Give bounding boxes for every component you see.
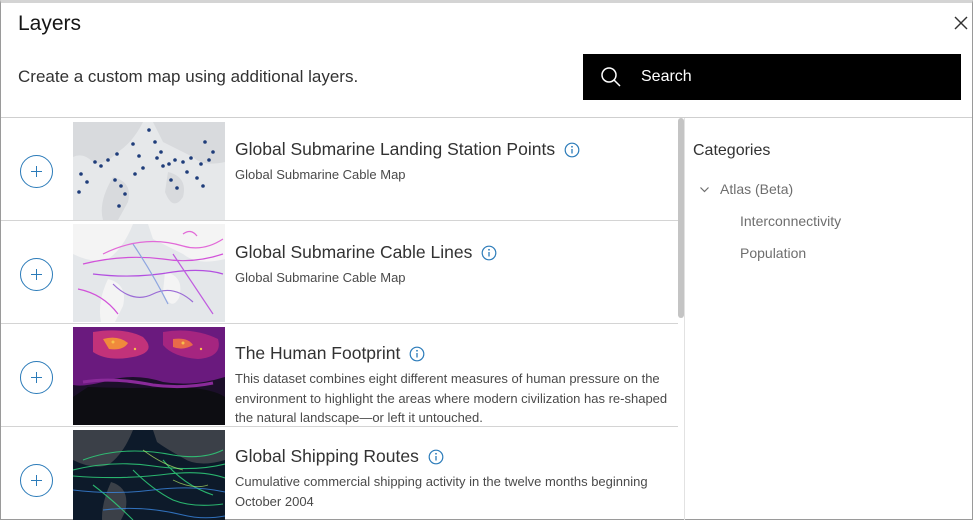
- layer-title: Global Submarine Landing Station Points: [235, 139, 580, 160]
- layer-title-text: Global Submarine Landing Station Points: [235, 139, 556, 159]
- scrollbar-thumb[interactable]: [678, 118, 684, 318]
- layer-item-cable-lines: Global Submarine Cable Lines Global Subm…: [1, 221, 678, 324]
- layer-subtitle: Global Submarine Cable Map: [235, 167, 406, 182]
- layer-title-text: Global Submarine Cable Lines: [235, 242, 473, 262]
- add-layer-button[interactable]: [20, 155, 53, 188]
- add-layer-button[interactable]: [20, 361, 53, 394]
- add-layer-button[interactable]: [20, 464, 53, 497]
- layer-subtitle: Global Submarine Cable Map: [235, 270, 406, 285]
- category-item-population[interactable]: Population: [740, 245, 806, 261]
- layers-dialog: Layers Create a custom map using additio…: [0, 0, 973, 520]
- layer-title: Global Submarine Cable Lines: [235, 242, 497, 263]
- category-group-atlas[interactable]: Atlas (Beta): [720, 181, 793, 197]
- layer-description: Cumulative commercial shipping activity …: [235, 474, 648, 509]
- search-placeholder: Search: [641, 68, 692, 85]
- close-button[interactable]: [951, 13, 971, 33]
- layer-item-landing-stations: Global Submarine Landing Station Points …: [1, 118, 678, 221]
- category-item-interconnectivity[interactable]: Interconnectivity: [740, 213, 841, 229]
- add-layer-button[interactable]: [20, 258, 53, 291]
- search-icon: [601, 67, 621, 87]
- layer-thumbnail-shipping-routes: [73, 430, 225, 520]
- info-icon[interactable]: [409, 346, 425, 362]
- layer-title-text: Global Shipping Routes: [235, 446, 419, 466]
- layer-item-human-footprint: The Human Footprint This dataset combine…: [1, 324, 678, 427]
- dialog-title: Layers: [18, 12, 82, 35]
- layer-description: This dataset combines eight different me…: [235, 371, 668, 425]
- layer-title-text: The Human Footprint: [235, 343, 401, 363]
- layer-title: Global Shipping Routes: [235, 446, 444, 467]
- search-input[interactable]: Search: [583, 54, 961, 100]
- chevron-down-icon[interactable]: [699, 184, 710, 195]
- info-icon[interactable]: [428, 449, 444, 465]
- layer-thumbnail-cable-lines: [73, 224, 225, 322]
- categories-title: Categories: [693, 142, 771, 159]
- layer-thumbnail-landing-stations: [73, 122, 225, 220]
- dialog-subtitle: Create a custom map using additional lay…: [18, 67, 359, 86]
- layer-item-shipping-routes: Global Shipping Routes Cumulative commer…: [1, 427, 678, 520]
- layer-list: Global Submarine Landing Station Points …: [1, 118, 678, 520]
- info-icon[interactable]: [564, 142, 580, 158]
- layer-thumbnail-human-footprint: [73, 327, 225, 425]
- close-icon: [954, 16, 968, 30]
- layer-title: The Human Footprint: [235, 343, 425, 364]
- info-icon[interactable]: [481, 245, 497, 261]
- scroll-track: [684, 118, 685, 520]
